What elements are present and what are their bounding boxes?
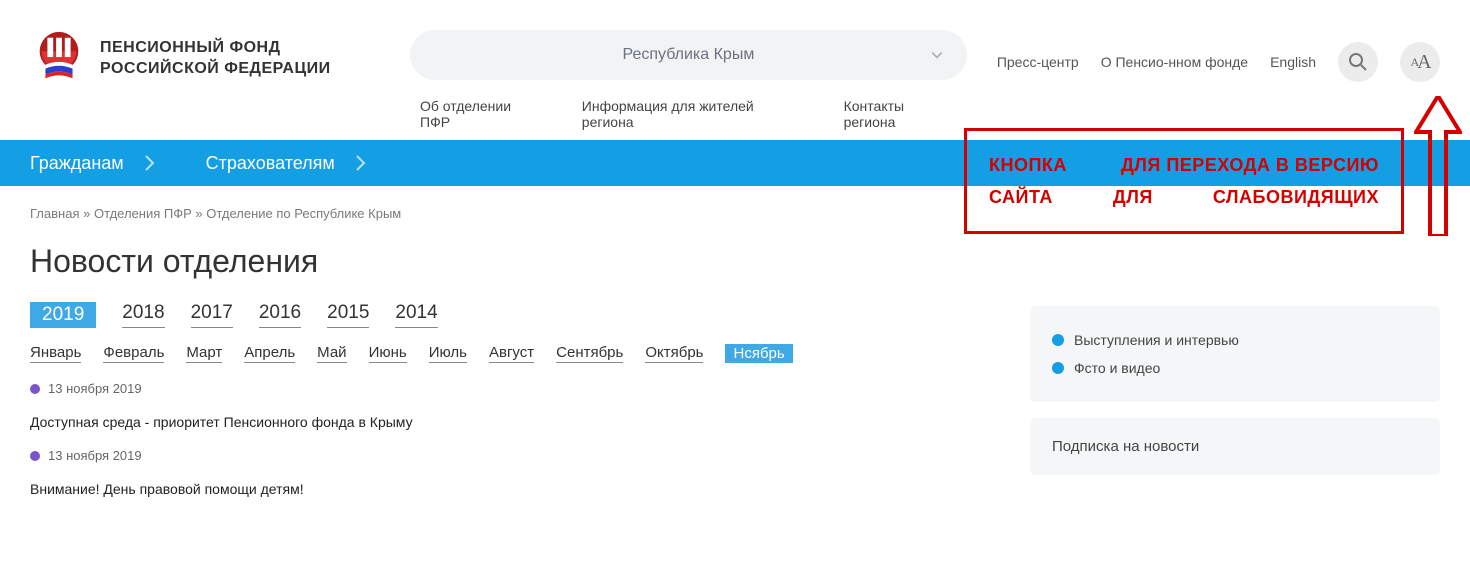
logo-line1: ПЕНСИОННЫЙ ФОНД bbox=[100, 38, 331, 59]
news-list: 13 ноября 2019 Доступная среда - приорите… bbox=[30, 381, 990, 497]
news-date: 13 ноября 2019 bbox=[30, 381, 990, 396]
year-2017[interactable]: 2017 bbox=[191, 302, 233, 328]
month-tab[interactable]: Сентябрь bbox=[556, 344, 623, 363]
accessibility-button[interactable]: AA bbox=[1400, 42, 1440, 82]
subscribe-panel: Подписка на новости bbox=[1030, 418, 1440, 475]
news-date: 13 ноября 2019 bbox=[30, 448, 990, 463]
chevron-right-icon bbox=[355, 154, 367, 172]
month-tab[interactable]: Февраль bbox=[103, 344, 164, 363]
subnav-info[interactable]: Информация для жителей региона bbox=[582, 98, 804, 130]
breadcrumb: Главная » Отделения ПФР » Отделение по Р… bbox=[30, 206, 990, 221]
page-title: Новости отделения bbox=[30, 243, 990, 280]
header-utility: Пресс-центр О Пенсио-нном фонде English … bbox=[967, 30, 1440, 82]
bullet-icon bbox=[1052, 334, 1064, 346]
news-title: Доступная среда - приоритет Пенсионного … bbox=[30, 414, 990, 430]
annotation-text: КНОПКА bbox=[989, 149, 1067, 181]
crumb-sep: » bbox=[192, 206, 206, 221]
chevron-right-icon bbox=[144, 154, 156, 172]
bullet-icon bbox=[30, 451, 40, 461]
nav-citizens[interactable]: Гражданам bbox=[30, 153, 156, 174]
logo-line2: РОССИЙСКОЙ ФЕДЕРАЦИИ bbox=[100, 59, 331, 80]
news-item[interactable]: 13 ноября 2019 Внимание! День правовой по… bbox=[30, 448, 990, 497]
link-about-fund[interactable]: О Пенсио-нном фонде bbox=[1101, 54, 1248, 70]
link-press-center[interactable]: Пресс-центр bbox=[997, 54, 1079, 70]
news-title: Внимание! День правовой помощи детям! bbox=[30, 481, 990, 497]
sidebar-link[interactable]: Фсто и видео bbox=[1052, 354, 1418, 382]
region-select[interactable]: Республика Крым bbox=[410, 30, 967, 80]
nav-insurers[interactable]: Страхователям bbox=[206, 153, 367, 174]
month-filter: Январь Февраль Март Апрель Май Июнь Июль Август… bbox=[30, 344, 990, 363]
annotation-arrow-icon bbox=[1414, 96, 1462, 236]
search-button[interactable] bbox=[1338, 42, 1378, 82]
month-tab[interactable]: Июль bbox=[429, 344, 467, 363]
subnav-about[interactable]: Об отделении ПФР bbox=[420, 98, 542, 130]
chevron-down-icon bbox=[929, 47, 945, 63]
month-tab[interactable]: Нсябрь bbox=[725, 344, 792, 363]
month-tab[interactable]: Апрель bbox=[244, 344, 295, 363]
subscribe-title: Подписка на новости bbox=[1052, 438, 1418, 455]
sidebar-links-panel: Выступления и интервьюФсто и видео bbox=[1030, 306, 1440, 402]
header-middle: Республика Крым Об отделении ПФР Информа… bbox=[410, 30, 967, 140]
region-select-value: Республика Крым bbox=[622, 46, 754, 64]
year-2014[interactable]: 2014 bbox=[395, 302, 437, 328]
nav-citizens-label: Гражданам bbox=[30, 153, 124, 174]
month-tab[interactable]: Март bbox=[186, 344, 222, 363]
link-english[interactable]: English bbox=[1270, 54, 1316, 70]
site-logo[interactable]: ПЕНСИОННЫЙ ФОНД РОССИЙСКОЙ ФЕДЕРАЦИИ bbox=[30, 30, 410, 88]
annotation-text: САЙТА bbox=[989, 181, 1053, 213]
site-header: ПЕНСИОННЫЙ ФОНД РОССИЙСКОЙ ФЕДЕРАЦИИ Рес… bbox=[0, 0, 1470, 140]
crumb-current: Отделение по Республике Крым bbox=[206, 206, 401, 221]
crumb-home[interactable]: Главная bbox=[30, 206, 79, 221]
logo-text: ПЕНСИОННЫЙ ФОНД РОССИЙСКОЙ ФЕДЕРАЦИИ bbox=[100, 38, 331, 80]
region-sub-nav: Об отделении ПФР Информация для жителей … bbox=[410, 80, 967, 140]
annotation-text: ДЛЯ bbox=[1113, 181, 1153, 213]
year-2019[interactable]: 2019 bbox=[30, 302, 96, 328]
annotation-text: СЛАБОВИДЯЩИХ bbox=[1213, 181, 1379, 213]
month-tab[interactable]: Октябрь bbox=[645, 344, 703, 363]
sidebar: Выступления и интервьюФсто и видео Подпи… bbox=[1030, 206, 1440, 497]
search-icon bbox=[1348, 52, 1368, 72]
annotation-callout: КНОПКА ДЛЯ ПЕРЕХОДА В ВЕРСИЮ САЙТА ДЛЯ С… bbox=[964, 128, 1404, 234]
month-tab[interactable]: Май bbox=[317, 344, 346, 363]
crumb-branches[interactable]: Отделения ПФР bbox=[94, 206, 192, 221]
month-tab[interactable]: Июнь bbox=[369, 344, 407, 363]
sidebar-link[interactable]: Выступления и интервью bbox=[1052, 326, 1418, 354]
bullet-icon bbox=[30, 384, 40, 394]
pfr-logo-icon bbox=[30, 30, 88, 88]
year-2016[interactable]: 2016 bbox=[259, 302, 301, 328]
font-small-icon: A bbox=[1410, 56, 1417, 68]
subnav-contacts[interactable]: Контакты региона bbox=[844, 98, 957, 130]
bullet-icon bbox=[1052, 362, 1064, 374]
year-2018[interactable]: 2018 bbox=[122, 302, 164, 328]
font-large-icon: A bbox=[1417, 52, 1429, 72]
year-filter: 2019 2018 2017 2016 2015 2014 bbox=[30, 302, 990, 328]
month-tab[interactable]: Январь bbox=[30, 344, 81, 363]
crumb-sep: » bbox=[79, 206, 93, 221]
annotation-text: ДЛЯ ПЕРЕХОДА В ВЕРСИЮ bbox=[1121, 149, 1379, 181]
content-column: Главная » Отделения ПФР » Отделение по Р… bbox=[30, 206, 990, 497]
nav-insurers-label: Страхователям bbox=[206, 153, 335, 174]
year-2015[interactable]: 2015 bbox=[327, 302, 369, 328]
month-tab[interactable]: Август bbox=[489, 344, 534, 363]
news-item[interactable]: 13 ноября 2019 Доступная среда - приорите… bbox=[30, 381, 990, 430]
